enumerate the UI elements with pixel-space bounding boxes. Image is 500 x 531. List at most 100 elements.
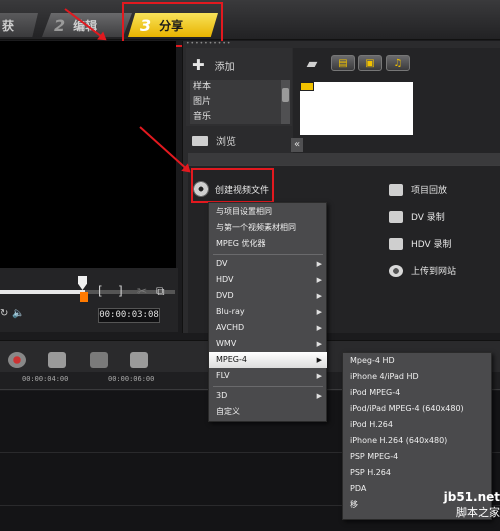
tab-share[interactable]: 3 分享 [128, 13, 218, 37]
menu-item-label: DV [216, 259, 228, 268]
library-item-images[interactable]: 图片 [193, 95, 282, 110]
repeat-icon[interactable]: ↻ [0, 308, 8, 319]
menu-item-label: MPEG-4 [216, 355, 247, 364]
tab-share-label: 分享 [159, 18, 184, 33]
preview-window[interactable] [0, 41, 176, 276]
menu-item-same-as-project[interactable]: 与项目设置相同 [209, 204, 327, 220]
tab-share-number: 3 [140, 15, 152, 35]
auto-music-icon[interactable] [130, 352, 148, 368]
menu-item-label: Blu-ray [216, 307, 245, 316]
create-video-file-label: 创建视频文件 [215, 185, 270, 196]
menu-item-dvd[interactable]: DVD ▶ [209, 288, 327, 304]
menu-item-label: WMV [216, 339, 237, 348]
menu-item-dv[interactable]: DV ▶ [209, 256, 327, 272]
show-photo-icon[interactable]: ▣ [358, 55, 382, 71]
globe-icon [389, 264, 403, 277]
video-badge-icon [300, 82, 314, 91]
subtitle-icon[interactable] [48, 352, 66, 368]
menu-item-label: 与第一个视频素材相同 [216, 223, 296, 232]
menu-item-wmv[interactable]: WMV ▶ [209, 336, 327, 352]
hdv-record-button[interactable]: HDV 录制 [389, 237, 452, 250]
menu-item-label: DVD [216, 291, 234, 300]
playback-icon [389, 183, 403, 196]
tab-edit-number: 2 [54, 15, 66, 35]
ruler-tick-label: 00:00:04:00 [22, 375, 69, 383]
menu-item-label: 3D [216, 391, 228, 400]
collapse-icon[interactable]: « [291, 138, 303, 152]
upload-web-label: 上传到网站 [411, 267, 457, 277]
library-item-samples[interactable]: 样本 [193, 80, 282, 95]
trim-marker[interactable] [80, 292, 88, 302]
submenu-arrow-icon: ▶ [316, 292, 322, 300]
plus-icon: ✚ [192, 56, 205, 74]
cut-icon[interactable]: ✂ [137, 284, 147, 298]
submenu-arrow-icon: ▶ [316, 260, 322, 268]
menu-item-label: FLV [216, 371, 230, 380]
folder-icon[interactable]: ▰ [303, 55, 321, 73]
panel-grip: •••••••••• [186, 40, 232, 47]
menu-item-label: 自定义 [216, 407, 240, 416]
menu-item-label: HDV [216, 275, 234, 284]
tab-capture[interactable]: 获 [0, 13, 38, 37]
menu-item-avchd[interactable]: AVCHD ▶ [209, 320, 327, 336]
browse-icon [192, 135, 208, 146]
browse-label: 浏览 [216, 137, 236, 148]
volume-icon[interactable]: 🔈 [12, 308, 24, 319]
upload-web-button[interactable]: 上传到网站 [389, 264, 456, 277]
submenu-item-psp-h264[interactable]: PSP H.264 [343, 465, 491, 481]
workflow-tab-bar: 获 2 编辑 3 分享 [0, 0, 500, 40]
submenu-arrow-icon: ▶ [316, 308, 322, 316]
submenu-item-ipod-mpeg4[interactable]: iPod MPEG-4 [343, 385, 491, 401]
dv-record-label: DV 录制 [411, 213, 445, 223]
browse-button[interactable]: 浏览 [192, 133, 236, 148]
menu-item-hdv[interactable]: HDV ▶ [209, 272, 327, 288]
menu-item-label: 与项目设置相同 [216, 207, 272, 216]
project-playback-button[interactable]: 项目回放 [389, 183, 447, 196]
scrub-bar-played[interactable] [0, 290, 85, 294]
menu-item-3d[interactable]: 3D ▶ [209, 388, 327, 404]
library-list: 样本 图片 音乐 [190, 80, 282, 124]
library-list-scrollbar[interactable] [281, 80, 290, 124]
submenu-item-mpeg4-hd[interactable]: Mpeg-4 HD [343, 353, 491, 369]
show-video-icon[interactable]: ▤ [331, 55, 355, 71]
hdv-camcorder-icon [389, 237, 403, 250]
menu-item-same-as-first-clip[interactable]: 与第一个视频素材相同 [209, 220, 327, 236]
menu-separator [213, 254, 323, 255]
mark-in-button[interactable]: [ [98, 284, 103, 298]
ruler-tick-label: 00:00:06:00 [108, 375, 155, 383]
scrollbar-thumb[interactable] [282, 88, 289, 102]
create-video-file-button[interactable]: 创建视频文件 [193, 181, 269, 197]
dv-record-button[interactable]: DV 录制 [389, 210, 445, 223]
audio-mixer-icon[interactable] [90, 352, 108, 368]
menu-item-mpeg-optimizer[interactable]: MPEG 优化器 [209, 236, 327, 252]
enlarge-icon[interactable]: ⧉ [156, 284, 165, 299]
add-folder-button[interactable]: ✚ 添加 [192, 56, 235, 74]
menu-item-label: AVCHD [216, 323, 245, 332]
menu-item-label: MPEG 优化器 [216, 239, 266, 248]
menu-item-flv[interactable]: FLV ▶ [209, 368, 327, 384]
library-item-music[interactable]: 音乐 [193, 110, 282, 124]
show-audio-icon[interactable]: ♫ [386, 55, 410, 71]
watermark-url: jb51.net [443, 490, 500, 504]
menu-item-mpeg4[interactable]: MPEG-4 ▶ [209, 352, 327, 368]
project-playback-label: 项目回放 [411, 186, 448, 196]
watermark-name: 脚本之家 [456, 506, 500, 519]
submenu-arrow-icon: ▶ [316, 340, 322, 348]
tab-capture-label: 获 [2, 18, 15, 33]
media-thumbnail[interactable] [300, 82, 413, 135]
submenu-item-iphone4-ipad-hd[interactable]: iPhone 4/iPad HD [343, 369, 491, 385]
film-reel-icon [193, 181, 209, 197]
submenu-arrow-icon: ▶ [316, 324, 322, 332]
add-label: 添加 [214, 61, 235, 73]
submenu-item-iphone-h264[interactable]: iPhone H.264 (640x480) [343, 433, 491, 449]
camcorder-icon [389, 210, 403, 223]
mark-out-button[interactable]: ] [118, 284, 123, 298]
record-capture-icon[interactable] [8, 352, 26, 368]
hdv-record-label: HDV 录制 [411, 240, 452, 250]
submenu-item-psp-mpeg4[interactable]: PSP MPEG-4 [343, 449, 491, 465]
submenu-item-ipod-ipad-mpeg4[interactable]: iPod/iPad MPEG-4 (640x480) [343, 401, 491, 417]
menu-item-custom[interactable]: 自定义 [209, 404, 327, 420]
timecode-display[interactable]: 00:00:03:08 [98, 308, 160, 323]
submenu-item-ipod-h264[interactable]: iPod H.264 [343, 417, 491, 433]
menu-item-bluray[interactable]: Blu-ray ▶ [209, 304, 327, 320]
